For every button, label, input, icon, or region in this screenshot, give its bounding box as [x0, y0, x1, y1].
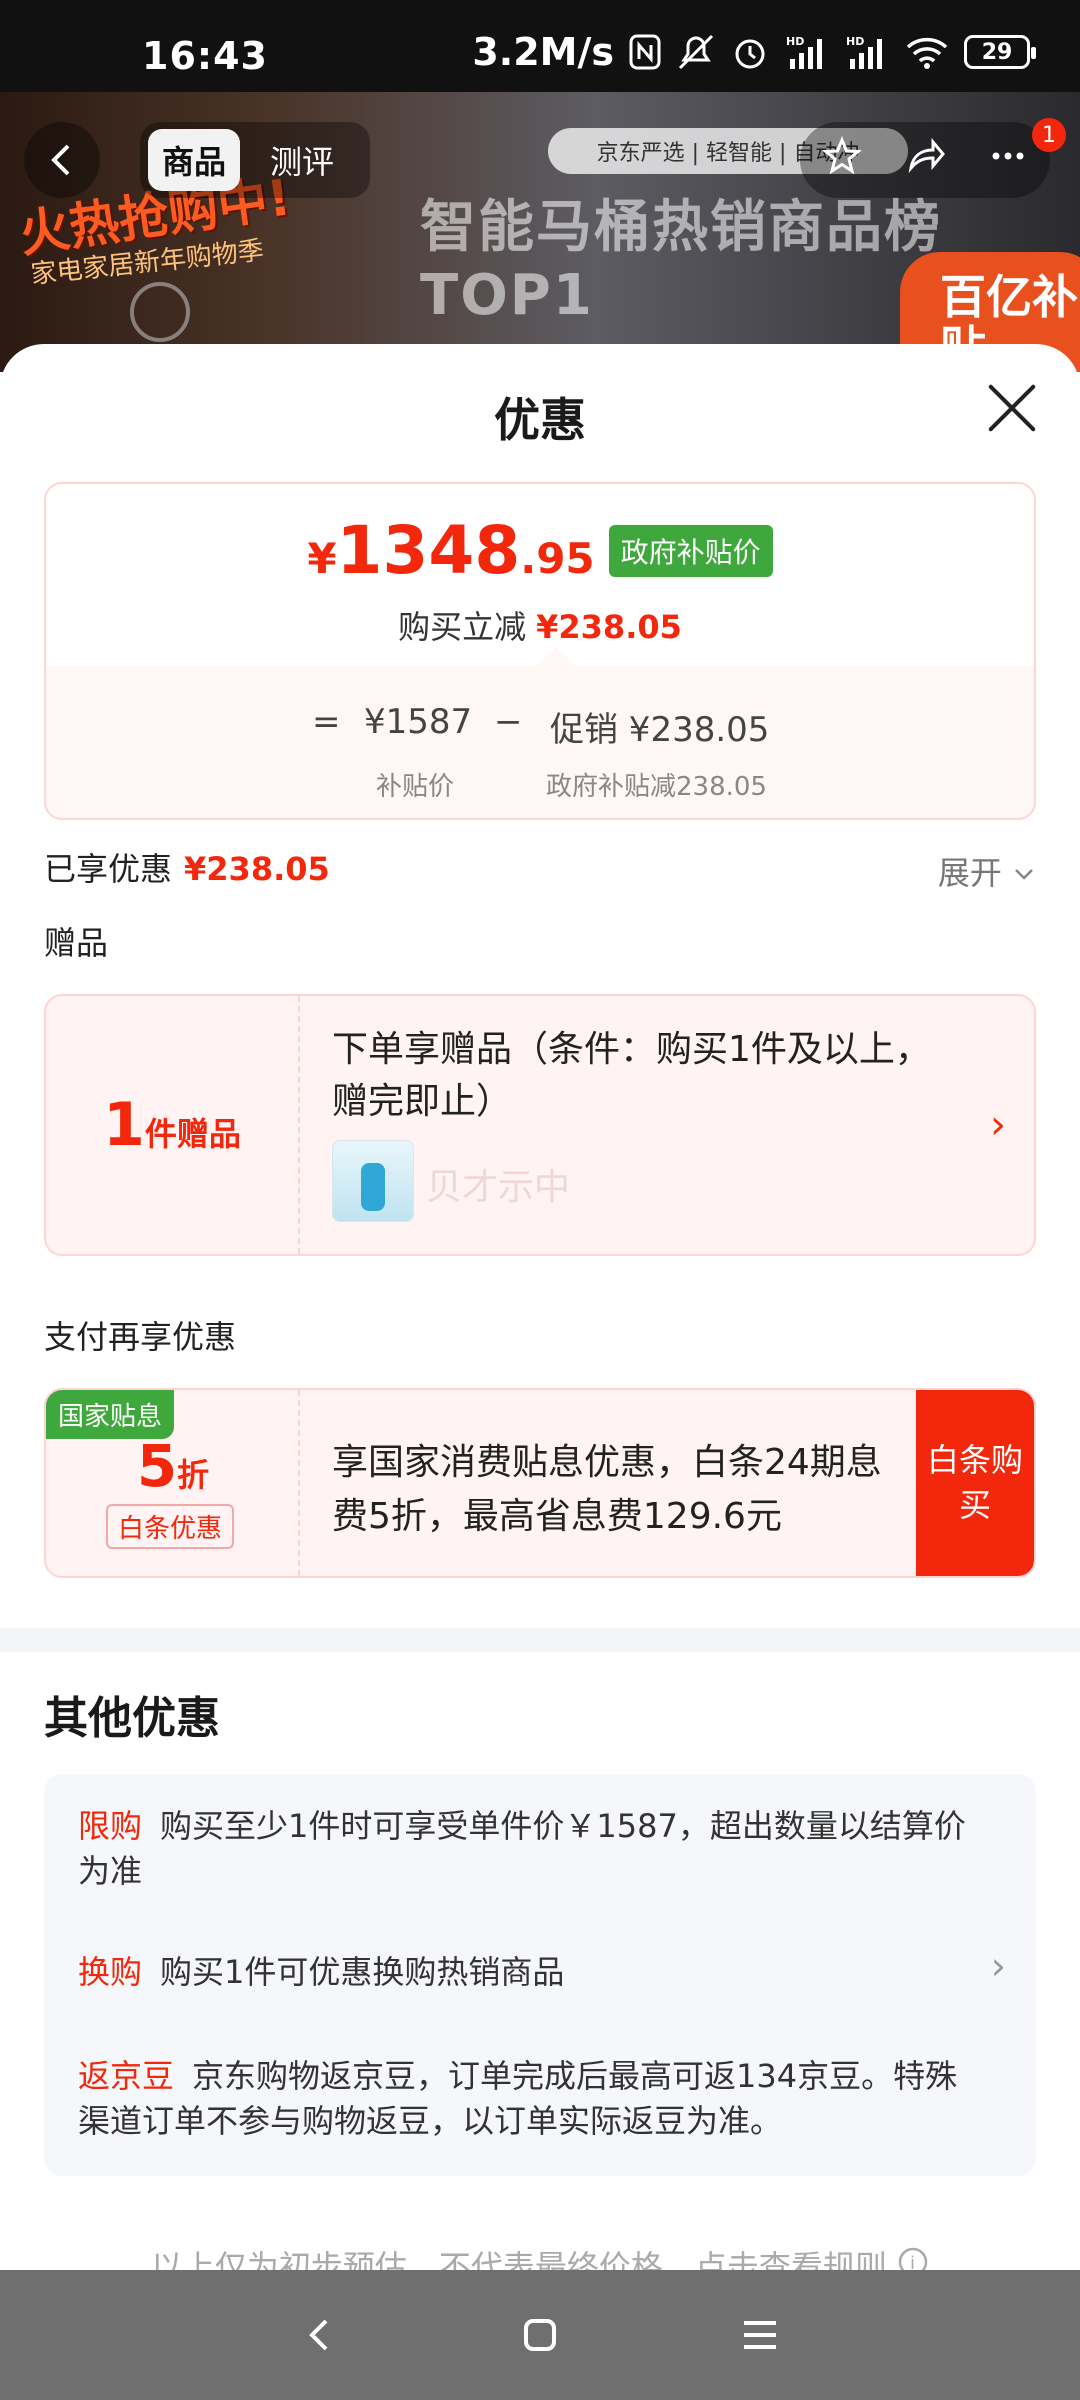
info-icon: i	[898, 2247, 928, 2270]
other-title: 其他优惠	[44, 1693, 220, 1744]
base-price-label: 补贴价	[376, 772, 455, 802]
gift-section-label: 赠品	[44, 924, 109, 962]
star-icon	[821, 135, 862, 174]
pay-card: 国家贴息 5折 白条优惠 享国家消费贴息优惠，白条24期息费5折，最高省息费12…	[44, 1388, 1036, 1578]
network-speed: 3.2M/s	[472, 30, 614, 74]
more-icon	[992, 152, 1024, 159]
close-button[interactable]	[984, 380, 1040, 436]
chevron-down-icon	[1015, 869, 1033, 880]
promo-label: 政府补贴减238.05	[546, 772, 767, 802]
promo-amount: 促销 ¥238.05	[550, 710, 770, 750]
price-summary: ¥1348.95 政府补贴价 购买立减 ¥238.05	[46, 484, 1034, 666]
favorite-button[interactable]	[821, 135, 862, 185]
price-breakdown: = ¥1587 补贴价 − 促销 ¥238.05 政府补贴减238.05	[46, 646, 1034, 818]
wifi-icon	[904, 32, 950, 72]
mute-icon	[676, 32, 716, 72]
nfc-icon	[628, 32, 662, 72]
battery-icon: 29	[964, 35, 1036, 69]
footnote[interactable]: 以上仅为初步预估，不代表最终价格，点击查看规则 i	[0, 2242, 1080, 2270]
enjoyed-discount: 已享优惠 ¥238.05	[44, 850, 330, 888]
back-button[interactable]	[24, 122, 100, 198]
signal-hd-icon: HD	[784, 32, 830, 72]
system-nav-bar	[0, 2270, 1080, 2400]
chevron-right-icon: ›	[990, 1944, 1006, 1988]
reduce-line: 购买立减 ¥238.05	[398, 608, 682, 646]
status-time: 16:43	[142, 34, 268, 78]
equals-sign: =	[312, 702, 341, 742]
signal-hd-icon-2: HD	[844, 32, 890, 72]
sheet-title: 优惠	[494, 393, 586, 447]
section-divider	[0, 1628, 1080, 1652]
watermark-text: 贝才示中	[426, 1167, 571, 1208]
list-item-jingdou: 返京豆 京东购物返京豆，订单完成后最高可返134京豆。特殊渠道订单不参与购物返豆，…	[78, 2057, 958, 2140]
home-icon	[524, 2319, 556, 2351]
menu-icon	[744, 2321, 776, 2349]
final-price: ¥1348.95	[307, 512, 595, 589]
svg-text:HD: HD	[846, 35, 864, 48]
svg-text:i: i	[910, 2253, 915, 2270]
gift-thumbnail[interactable]	[332, 1140, 414, 1222]
list-item-exchange[interactable]: 换购 购买1件可优惠换购热销商品	[78, 1950, 978, 1995]
share-icon	[908, 137, 945, 173]
header-actions	[800, 122, 1050, 198]
discount-sheet: 优惠 ¥1348.95 政府补贴价 购买立减 ¥238.05 = ¥1587 补贴…	[0, 344, 1080, 2270]
back-icon	[309, 2319, 328, 2351]
tab-review[interactable]: 测评	[256, 129, 348, 191]
base-price: ¥1587	[364, 702, 473, 742]
expand-button[interactable]: 展开	[938, 848, 1036, 894]
alarm-icon	[730, 32, 770, 72]
minus-sign: −	[494, 702, 523, 742]
tab-product[interactable]: 商品	[148, 129, 241, 191]
list-item-limit: 限购 购买至少1件时可享受单件价￥1587，超出数量以结算价为准	[78, 1807, 966, 1890]
svg-text:HD: HD	[786, 35, 804, 48]
share-button[interactable]	[905, 136, 945, 185]
final-price-line: ¥1348.95 政府补贴价	[46, 512, 1034, 589]
gift-count: 1 件赠品	[46, 996, 300, 1254]
chevron-right-icon: ›	[990, 1102, 1006, 1148]
nav-home-button[interactable]	[510, 2305, 570, 2365]
status-bar: 16:43 3.2M/s HD HD 29	[0, 0, 1080, 92]
gov-subsidy-tag: 政府补贴价	[608, 525, 773, 577]
gift-desc: 下单享赠品（条件：购买1件及以上，赠完即止）	[332, 1029, 931, 1123]
nav-menu-button[interactable]	[730, 2305, 790, 2365]
nav-back-button[interactable]	[290, 2305, 350, 2365]
status-icons: 3.2M/s HD HD 29	[472, 30, 1036, 74]
message-badge: 1	[1032, 118, 1066, 152]
baitiao-tag: 白条优惠	[106, 1504, 235, 1549]
more-button[interactable]	[988, 136, 1028, 185]
baitiao-buy-button[interactable]: 白条购买	[916, 1390, 1034, 1576]
reduce-amount: ¥238.05	[536, 608, 682, 646]
product-tabs: 商品 测评	[140, 122, 370, 198]
brand-logo-icon	[130, 282, 190, 342]
price-card: ¥1348.95 政府补贴价 购买立减 ¥238.05 = ¥1587 补贴价 −…	[44, 482, 1036, 820]
other-discounts: 限购 购买至少1件时可享受单件价￥1587，超出数量以结算价为准 换购 购买1件可优…	[44, 1774, 1036, 2176]
pay-desc: 享国家消费贴息优惠，白条24期息费5折，最高省息费129.6元	[332, 1442, 882, 1537]
pay-section-label: 支付再享优惠	[44, 1318, 237, 1356]
discount-value: 5折	[136, 1432, 210, 1500]
chevron-left-icon	[51, 144, 70, 176]
gift-card[interactable]: 1 件赠品 下单享赠品（条件：购买1件及以上，赠完即止） 贝才示中 ›	[44, 994, 1036, 1256]
